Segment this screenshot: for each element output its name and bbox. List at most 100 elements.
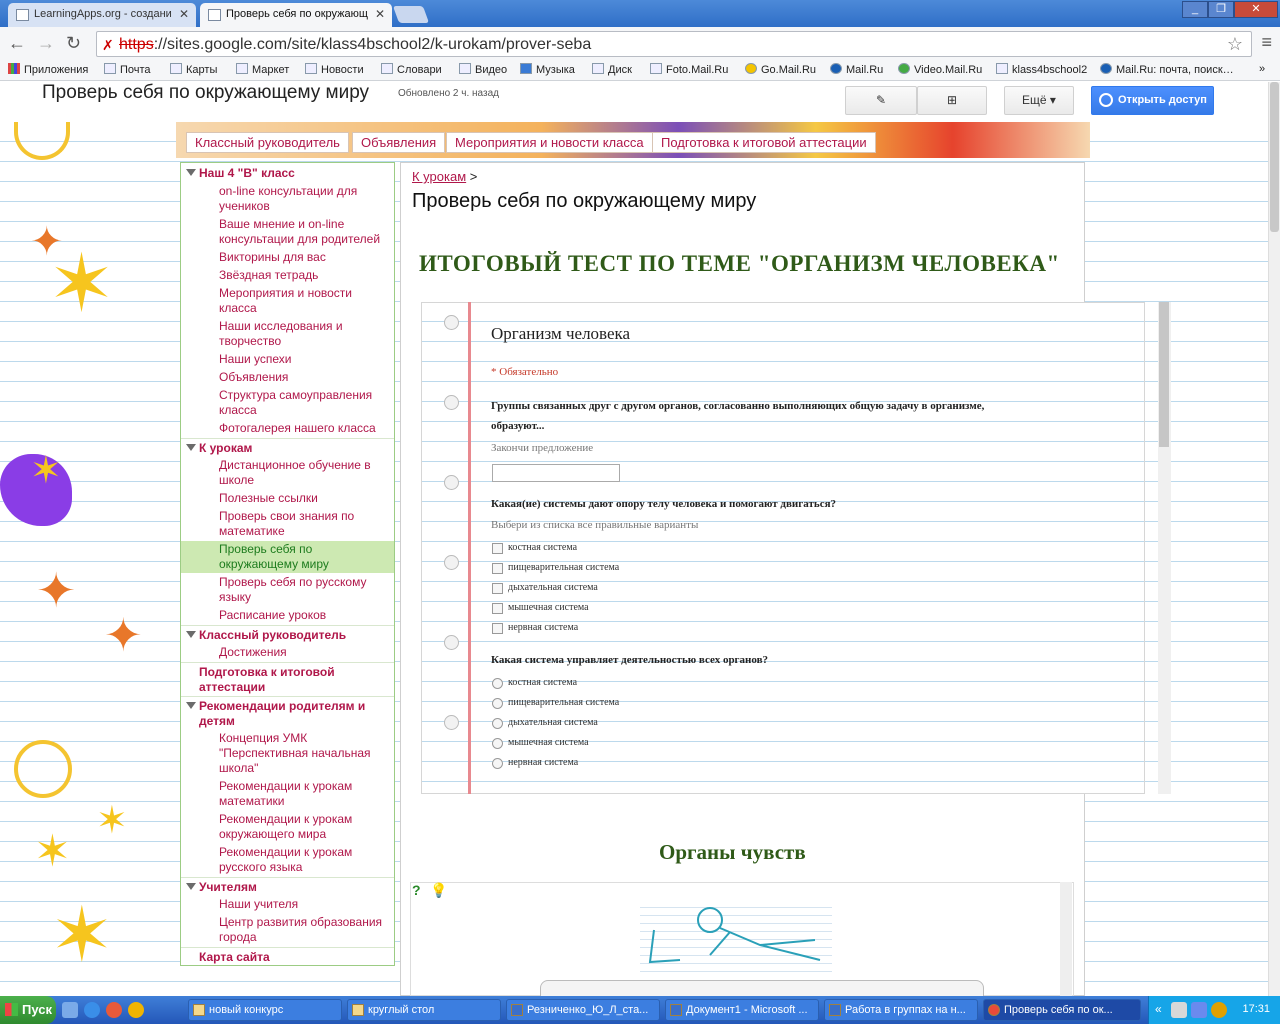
sidebar-item[interactable]: on-line консультации для учеников: [181, 184, 394, 214]
bookmark-news[interactable]: Новости: [305, 63, 364, 76]
sidebar-item[interactable]: Концепция УМК "Перспективная начальная ш…: [181, 731, 394, 776]
option-checkbox[interactable]: [492, 563, 503, 574]
option-checkbox[interactable]: [492, 623, 503, 634]
sidebar-item[interactable]: Фотогалерея нашего класса: [181, 421, 394, 436]
tab-learningapps[interactable]: LearningApps.org - создани ✕: [8, 3, 196, 27]
tray-icon[interactable]: [1171, 1002, 1187, 1018]
network-icon[interactable]: [1191, 1002, 1207, 1018]
bookmark-foto-mail[interactable]: Foto.Mail.Ru: [650, 63, 728, 76]
sidebar-item[interactable]: Викторины для вас: [181, 250, 394, 265]
sidebar-sitemap[interactable]: Карта сайта: [181, 947, 394, 965]
sidebar-group-teachers[interactable]: Учителям: [181, 877, 394, 895]
nav-tab-exam-prep[interactable]: Подготовка к итоговой аттестации: [652, 132, 876, 153]
sidebar-group-class[interactable]: Наш 4 "В" класс: [181, 166, 394, 181]
option-radio[interactable]: [492, 718, 503, 729]
answer-1-input[interactable]: [492, 464, 620, 482]
bookmark-go-mail[interactable]: Go.Mail.Ru: [745, 63, 816, 76]
sidebar-group-class-teacher[interactable]: Классный руководитель: [181, 625, 394, 643]
collapse-triangle-icon[interactable]: [186, 169, 196, 176]
option-radio[interactable]: [492, 698, 503, 709]
sidebar-item[interactable]: Звёздная тетрадь: [181, 268, 394, 283]
sidebar-group-lessons[interactable]: К урокам: [181, 438, 394, 456]
bookmark-klass4bschool2[interactable]: klass4bschool2: [996, 63, 1087, 76]
address-bar[interactable]: ✗ https://sites.google.com/site/klass4bs…: [96, 31, 1252, 57]
sidebar-item[interactable]: Центр развития образования города: [181, 915, 394, 945]
option-checkbox[interactable]: [492, 583, 503, 594]
more-button[interactable]: Ещё ▾: [1004, 86, 1074, 115]
sidebar-item[interactable]: Ваше мнение и on-line консультации для р…: [181, 217, 394, 247]
bookmark-mail[interactable]: Почта: [104, 63, 151, 76]
ie-icon[interactable]: [84, 1002, 100, 1018]
bookmark-mailru[interactable]: Mail.Ru: [830, 63, 883, 76]
tab-current[interactable]: Проверь себя по окружающ ✕: [200, 3, 392, 27]
sidebar-item[interactable]: Расписание уроков: [181, 608, 394, 623]
page-scrollbar-thumb[interactable]: [1270, 82, 1279, 232]
sidebar-item[interactable]: Наши учителя: [181, 897, 394, 912]
option-checkbox[interactable]: [492, 543, 503, 554]
bookmark-market[interactable]: Маркет: [236, 63, 289, 76]
bookmark-video[interactable]: Видео: [459, 63, 507, 76]
option-radio[interactable]: [492, 758, 503, 769]
taskbar-item-active[interactable]: Проверь себя по ок...: [983, 999, 1141, 1021]
taskbar-item[interactable]: Работа в группах на н...: [824, 999, 978, 1021]
option-checkbox[interactable]: [492, 603, 503, 614]
reload-icon[interactable]: ↻: [66, 33, 81, 54]
new-page-button[interactable]: ⊞: [917, 86, 987, 115]
close-tab-icon[interactable]: ✕: [375, 7, 385, 21]
app-scrollbar[interactable]: [1060, 882, 1072, 996]
taskbar-item[interactable]: круглый стол: [347, 999, 501, 1021]
bookmark-apps[interactable]: Приложения: [8, 63, 88, 76]
bookmark-video-mail[interactable]: Video.Mail.Ru: [898, 63, 982, 76]
sidebar-item[interactable]: Рекомендации к урокам математики: [181, 779, 394, 809]
sidebar-item[interactable]: Рекомендации к урокам окружающего мира: [181, 812, 394, 842]
bookmark-maps[interactable]: Карты: [170, 63, 217, 76]
form-scrollbar[interactable]: [1158, 302, 1171, 794]
share-button[interactable]: Открыть доступ: [1091, 86, 1214, 115]
sidebar-item[interactable]: Рекомендации к урокам русского языка: [181, 845, 394, 875]
sidebar-item-current[interactable]: Проверь себя по окружающему миру: [181, 541, 394, 573]
bookmark-disk[interactable]: Диск: [592, 63, 632, 76]
tray-expand-icon[interactable]: «: [1155, 1002, 1162, 1016]
bookmark-dictionaries[interactable]: Словари: [381, 63, 442, 76]
opera-icon[interactable]: [106, 1002, 122, 1018]
minimize-button[interactable]: _: [1182, 1, 1208, 18]
breadcrumb-link[interactable]: К урокам: [412, 169, 466, 184]
option-radio[interactable]: [492, 738, 503, 749]
nav-tab-events[interactable]: Мероприятия и новости класса: [446, 132, 653, 153]
forward-arrow-icon[interactable]: →: [37, 33, 55, 54]
option-radio[interactable]: [492, 678, 503, 689]
sidebar-item[interactable]: Мероприятия и новости класса: [181, 286, 394, 316]
back-arrow-icon[interactable]: ←: [8, 33, 26, 54]
form-scrollbar-thumb[interactable]: [1159, 302, 1169, 447]
sidebar-item[interactable]: Наши исследования и творчество: [181, 319, 394, 349]
bookmark-star-icon[interactable]: ☆: [1227, 34, 1243, 55]
sidebar-item[interactable]: Наши успехи: [181, 352, 394, 367]
sidebar-item[interactable]: Дистанционное обучение в школе: [181, 458, 394, 488]
nav-tab-class-teacher[interactable]: Классный руководитель: [186, 132, 349, 153]
collapse-triangle-icon[interactable]: [186, 444, 196, 451]
taskbar-item[interactable]: Документ1 - Microsoft ...: [665, 999, 819, 1021]
tray-icon[interactable]: [1211, 1002, 1227, 1018]
nav-tab-announcements[interactable]: Объявления: [352, 132, 446, 153]
bookmarks-overflow[interactable]: »: [1259, 63, 1265, 75]
sidebar-item[interactable]: Проверь свои знания по математике: [181, 509, 394, 539]
show-desktop-icon[interactable]: [62, 1002, 78, 1018]
collapse-triangle-icon[interactable]: [186, 702, 196, 709]
bookmark-mailru-search[interactable]: Mail.Ru: почта, поиск…: [1100, 63, 1234, 76]
taskbar-item[interactable]: Резниченко_Ю_Л_ста...: [506, 999, 660, 1021]
sidebar-group-recommendations[interactable]: Рекомендации родителям и детям: [181, 696, 394, 729]
sidebar-item[interactable]: Объявления: [181, 370, 394, 385]
lightbulb-icon[interactable]: 💡: [430, 882, 447, 899]
collapse-triangle-icon[interactable]: [186, 631, 196, 638]
media-player-icon[interactable]: [128, 1002, 144, 1018]
new-tab-button[interactable]: [392, 6, 430, 23]
sidebar-item[interactable]: Полезные ссылки: [181, 491, 394, 506]
close-tab-icon[interactable]: ✕: [179, 7, 189, 21]
close-window-button[interactable]: ✕: [1234, 1, 1278, 18]
page-scrollbar[interactable]: [1268, 82, 1280, 996]
sidebar-item[interactable]: Достижения: [181, 645, 394, 660]
collapse-triangle-icon[interactable]: [186, 883, 196, 890]
taskbar-item[interactable]: новый конкурс: [188, 999, 342, 1021]
edit-button[interactable]: ✎: [845, 86, 917, 115]
maximize-button[interactable]: ❐: [1208, 1, 1234, 18]
